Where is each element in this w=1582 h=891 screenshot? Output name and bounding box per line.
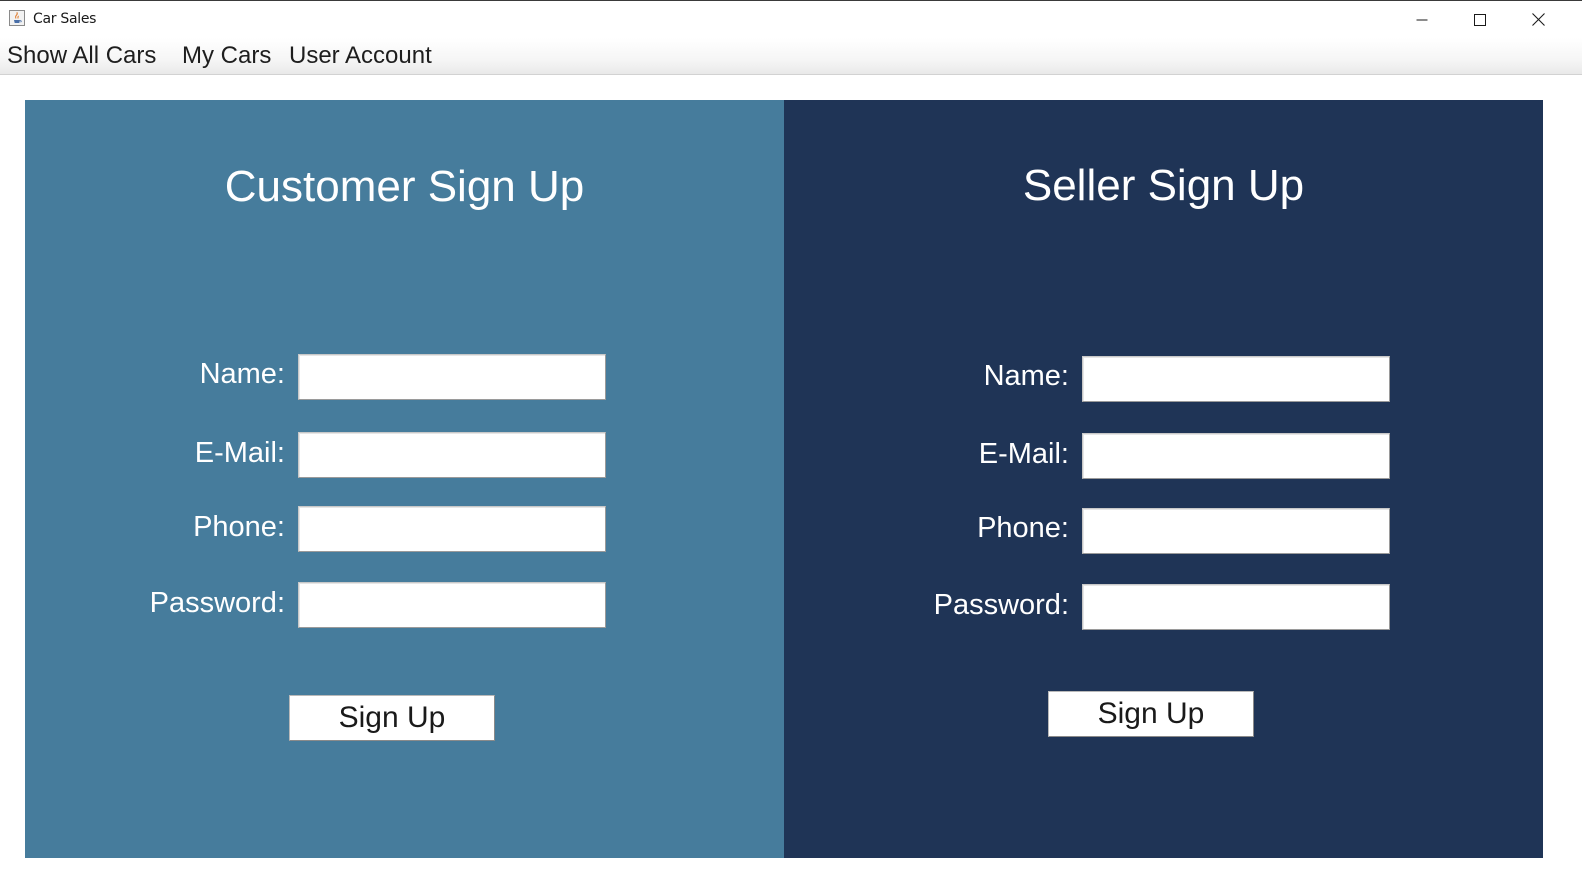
seller-password-input[interactable] (1082, 584, 1390, 630)
seller-email-label: E-Mail: (978, 438, 1069, 470)
seller-phone-label: Phone: (977, 512, 1069, 544)
window-title: Car Sales (33, 11, 97, 27)
customer-password-label: Password: (149, 587, 285, 619)
customer-signup-button[interactable]: Sign Up (289, 695, 495, 741)
seller-name-label: Name: (983, 360, 1069, 392)
title-bar: Car Sales (0, 0, 1582, 38)
customer-signup-title: Customer Sign Up (224, 162, 585, 211)
app-window: Car Sales Show All Cars My Cars User Acc… (0, 0, 1582, 891)
minimize-icon (1416, 19, 1428, 20)
seller-name-input[interactable] (1082, 356, 1390, 402)
minimize-button[interactable] (1393, 1, 1451, 38)
menu-show-all-cars[interactable]: Show All Cars (7, 40, 156, 72)
menu-my-cars[interactable]: My Cars (182, 40, 271, 72)
seller-signup-button[interactable]: Sign Up (1048, 691, 1254, 737)
close-icon (1531, 13, 1545, 26)
maximize-icon (1474, 13, 1486, 26)
seller-signup-panel: Seller Sign Up Name: E-Mail: Phone: Pass… (784, 100, 1543, 858)
customer-phone-label: Phone: (193, 511, 285, 543)
seller-signup-title: Seller Sign Up (1022, 161, 1305, 210)
menu-user-account[interactable]: User Account (289, 40, 432, 72)
java-cup-icon (9, 10, 25, 26)
menu-bar: Show All Cars My Cars User Account (0, 38, 1582, 75)
maximize-button[interactable] (1451, 1, 1509, 38)
customer-email-input[interactable] (298, 432, 606, 478)
customer-phone-input[interactable] (298, 506, 606, 552)
customer-email-label: E-Mail: (194, 437, 285, 469)
seller-password-label: Password: (933, 589, 1069, 621)
seller-email-input[interactable] (1082, 433, 1390, 479)
customer-password-input[interactable] (298, 582, 606, 628)
customer-name-label: Name: (199, 358, 285, 390)
close-button[interactable] (1509, 1, 1567, 38)
seller-phone-input[interactable] (1082, 508, 1390, 554)
customer-name-input[interactable] (298, 354, 606, 400)
customer-signup-panel: Customer Sign Up Name: E-Mail: Phone: Pa… (25, 100, 784, 858)
